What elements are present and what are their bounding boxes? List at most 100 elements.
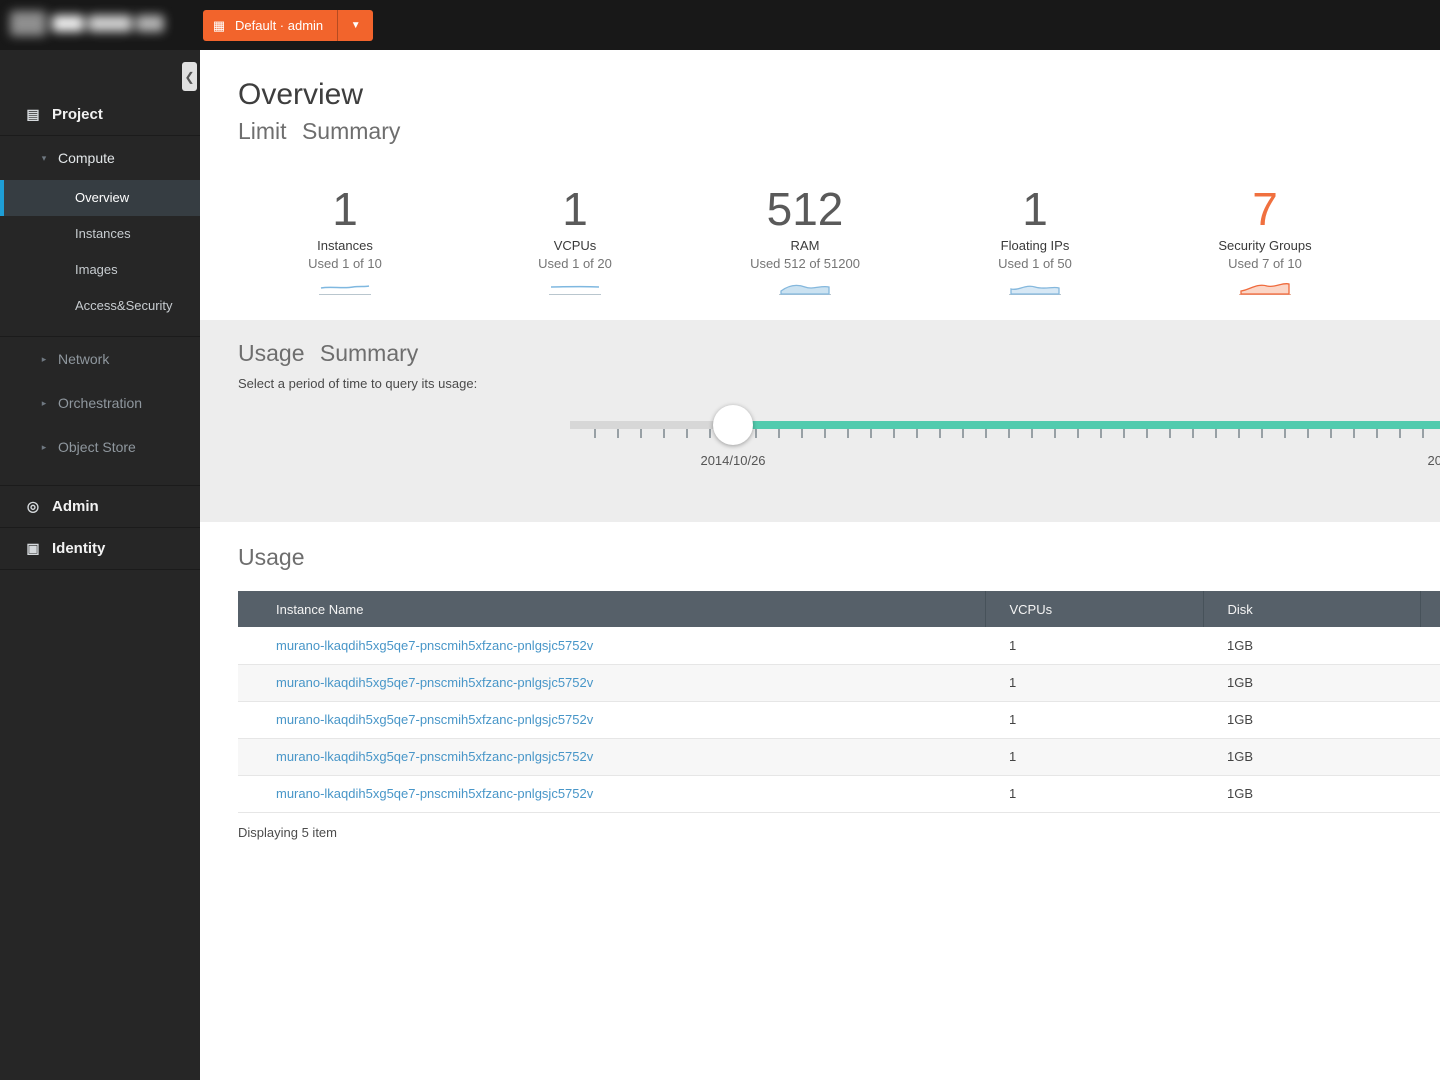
sidebar-section-project[interactable]: ▤ Project <box>0 94 200 136</box>
sidebar-section-label: Project <box>52 106 103 123</box>
chevron-expanded-icon: ▾ <box>41 152 47 163</box>
clipped-cell <box>1420 627 1440 665</box>
sidebar-item-images[interactable]: Images <box>0 252 200 288</box>
stat-instances: 1 Instances Used 1 of 10 <box>230 183 460 296</box>
sidebar-item-access-security[interactable]: Access&Security <box>0 288 200 324</box>
disk-cell: 1GB <box>1203 664 1420 702</box>
sidebar-group-compute: ▾ Compute Overview Instances Images Acce… <box>0 136 200 337</box>
column-header-clipped <box>1419 591 1440 628</box>
sidebar-item-compute[interactable]: ▾ Compute <box>0 136 200 180</box>
table-row: murano-lkaqdih5xg5qe7-pnscmih5xfzanc-pnl… <box>238 738 1440 776</box>
topbar: ▦ Default · admin ▼ <box>0 0 1440 50</box>
sidebar-item-object-store[interactable]: ▸ Object Store <box>0 425 200 469</box>
instance-link[interactable]: murano-lkaqdih5xg5qe7-pnscmih5xfzanc-pnl… <box>276 712 593 727</box>
table-header-row: Instance Name VCPUs Disk <box>238 591 1440 628</box>
project-icon: ▤ <box>26 106 40 122</box>
table-row: murano-lkaqdih5xg5qe7-pnscmih5xfzanc-pnl… <box>238 627 1440 665</box>
instance-link[interactable]: murano-lkaqdih5xg5qe7-pnscmih5xfzanc-pnl… <box>276 675 593 690</box>
sparkline-chart-icon <box>1009 279 1061 296</box>
slider-start-date-label: 2014/10/26 <box>700 453 766 469</box>
vcpus-cell: 1 <box>985 664 1203 702</box>
project-context-dropdown[interactable]: ▦ Default · admin ▼ <box>203 10 374 41</box>
instance-link[interactable]: murano-lkaqdih5xg5qe7-pnscmih5xfzanc-pnl… <box>276 638 593 653</box>
usage-summary-hint: Select a period of time to query its usa… <box>238 376 478 392</box>
sparkline-chart-icon <box>549 279 601 296</box>
date-range-slider[interactable]: 2014/10/26 20 <box>570 403 1440 479</box>
logo-blob <box>52 15 84 32</box>
sidebar-section-label: Admin <box>52 498 99 515</box>
stat-label: Instances <box>317 238 373 254</box>
sidebar-item-instances[interactable]: Instances <box>0 216 200 252</box>
slider-end-date-label: 20 <box>1427 453 1440 469</box>
sidebar-section-admin[interactable]: ◎ Admin <box>0 486 200 528</box>
slider-handle[interactable] <box>713 405 753 446</box>
limit-summary-title: Limit Summary <box>238 118 401 144</box>
disk-cell: 1GB <box>1203 627 1420 665</box>
column-header-disk: Disk <box>1202 591 1420 628</box>
vcpus-cell: 1 <box>985 738 1203 776</box>
stat-used: Used 1 of 50 <box>998 256 1072 272</box>
logo-blob <box>88 15 132 32</box>
sidebar-item-label: Compute <box>58 150 115 166</box>
stat-used: Used 1 of 10 <box>308 256 382 272</box>
slider-selected-range[interactable] <box>733 421 1440 430</box>
sidebar-item-orchestration[interactable]: ▸ Orchestration <box>0 381 200 425</box>
usage-summary-title: Usage Summary <box>238 340 419 367</box>
sidebar: ❮ ▤ Project ▾ Compute Overview Instances… <box>0 50 200 1080</box>
chevron-collapsed-icon: ▸ <box>41 397 47 408</box>
stat-label: VCPUs <box>553 238 597 254</box>
stat-value: 1 <box>1022 183 1048 235</box>
table-row: murano-lkaqdih5xg5qe7-pnscmih5xfzanc-pnl… <box>238 775 1440 813</box>
stat-value: 512 <box>766 183 844 235</box>
table-footer-count: Displaying 5 item <box>238 824 337 840</box>
sparkline-chart-icon <box>779 279 831 296</box>
sidebar-item-overview[interactable]: Overview <box>0 180 200 216</box>
slider-track[interactable] <box>570 421 733 430</box>
sidebar-item-network[interactable]: ▸ Network <box>0 337 200 381</box>
limit-summary-stats: 1 Instances Used 1 of 10 1 VCPUs Used 1 … <box>200 183 1440 296</box>
stat-used: Used 1 of 20 <box>538 256 612 272</box>
disk-cell: 1GB <box>1203 701 1420 739</box>
admin-icon: ◎ <box>26 498 40 514</box>
usage-title: Usage <box>238 544 305 571</box>
chevron-down-icon: ▼ <box>350 20 361 31</box>
stat-label: RAM <box>790 238 820 254</box>
usage-table: Instance Name VCPUs Disk murano-lkaqdih5… <box>238 591 1440 813</box>
clipped-cell <box>1420 775 1440 813</box>
vcpus-cell: 1 <box>985 775 1203 813</box>
grid-icon: ▦ <box>212 18 226 33</box>
chevron-collapsed-icon: ▸ <box>41 441 47 452</box>
usage-section: Usage Instance Name VCPUs Disk murano-lk… <box>200 544 1440 840</box>
vcpus-cell: 1 <box>985 627 1203 665</box>
clipped-cell <box>1420 664 1440 702</box>
usage-summary-section: Usage Summary Select a period of time to… <box>200 320 1440 523</box>
stat-label: Security Groups <box>1218 238 1312 254</box>
instance-link[interactable]: murano-lkaqdih5xg5qe7-pnscmih5xfzanc-pnl… <box>276 749 593 764</box>
stat-ram: 512 RAM Used 512 of 51200 <box>690 183 920 296</box>
table-row: murano-lkaqdih5xg5qe7-pnscmih5xfzanc-pnl… <box>238 664 1440 702</box>
main-content: Overview Limit Summary 1 Instances Used … <box>200 50 1440 1080</box>
sidebar-item-label: Orchestration <box>58 395 143 411</box>
clipped-cell <box>1420 738 1440 776</box>
disk-cell: 1GB <box>1203 775 1420 813</box>
sidebar-section-identity[interactable]: ▣ Identity <box>0 528 200 570</box>
stat-used: Used 512 of 51200 <box>750 256 860 272</box>
page-title: Overview <box>238 78 364 111</box>
horizon-dashboard: ▦ Default · admin ▼ ❮ ▤ Project ▾ Comput… <box>0 0 1440 1080</box>
stat-value: 1 <box>332 183 358 235</box>
column-header-vcpus: VCPUs <box>984 591 1203 628</box>
instance-link[interactable]: murano-lkaqdih5xg5qe7-pnscmih5xfzanc-pnl… <box>276 786 593 801</box>
stat-label: Floating IPs <box>1000 238 1070 254</box>
chevron-collapsed-icon: ▸ <box>41 353 47 364</box>
context-label: Default · admin <box>235 18 324 33</box>
clipped-cell <box>1420 701 1440 739</box>
table-row: murano-lkaqdih5xg5qe7-pnscmih5xfzanc-pnl… <box>238 701 1440 739</box>
sidebar-item-label: Network <box>58 351 110 367</box>
brand-logo <box>8 6 168 44</box>
stat-vcpus: 1 VCPUs Used 1 of 20 <box>460 183 690 296</box>
stat-value: 1 <box>562 183 588 235</box>
sidebar-collapse-button[interactable]: ❮ <box>182 62 197 91</box>
stat-security-groups: 7 Security Groups Used 7 of 10 <box>1150 185 1380 296</box>
logo-blob <box>10 11 46 36</box>
identity-icon: ▣ <box>26 540 40 556</box>
